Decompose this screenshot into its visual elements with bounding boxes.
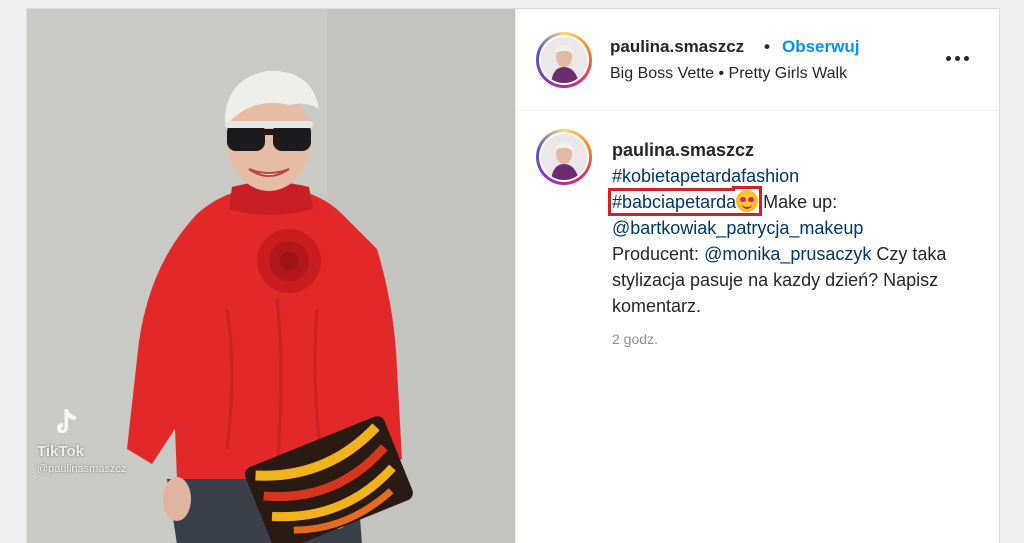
mention-link[interactable]: @monika_prusaczyk <box>704 244 871 264</box>
post-side-panel: paulina.smaszcz • Obserwuj Big Boss Vett… <box>515 9 999 543</box>
caption-avatar[interactable] <box>536 129 592 185</box>
caption-text: Producent: <box>612 244 705 264</box>
post-header: paulina.smaszcz • Obserwuj Big Boss Vett… <box>516 9 999 111</box>
caption-text: Make up: <box>758 192 838 212</box>
tiktok-watermark-name: TikTok <box>37 443 84 460</box>
highlighted-hashtag: #babciapetarda <box>607 188 763 216</box>
follow-button[interactable]: Obserwuj <box>782 37 859 57</box>
header-separator-dot: • <box>764 37 770 56</box>
header-username[interactable]: paulina.smaszcz <box>610 37 744 57</box>
post-caption: paulina.smaszcz #kobietapetardafashion #… <box>607 137 972 319</box>
post-timestamp[interactable]: 2 godz. <box>612 331 658 347</box>
audio-track-label[interactable]: Big Boss Vette • Pretty Girls Walk <box>610 65 847 83</box>
hashtag-link[interactable]: #babciapetarda <box>612 192 736 212</box>
header-avatar[interactable] <box>536 32 592 88</box>
mention-link[interactable]: @bartkowiak_patrycja_makeup <box>612 218 863 238</box>
tiktok-logo-icon <box>57 409 76 433</box>
tiktok-watermark-handle: @paulinasmaszcz <box>37 463 127 475</box>
avatar-photo <box>541 37 587 83</box>
smiling-face-with-hearts-icon <box>736 190 759 212</box>
hashtag-link[interactable]: #kobietapetardafashion <box>612 166 799 186</box>
caption-username[interactable]: paulina.smaszcz <box>612 137 972 163</box>
avatar-photo <box>541 134 587 180</box>
post-media[interactable]: TikTok @paulinasmaszcz <box>27 9 515 543</box>
post-frame: TikTok @paulinasmaszcz paulina.smaszcz •… <box>26 8 1000 543</box>
more-options-icon[interactable] <box>946 51 974 65</box>
